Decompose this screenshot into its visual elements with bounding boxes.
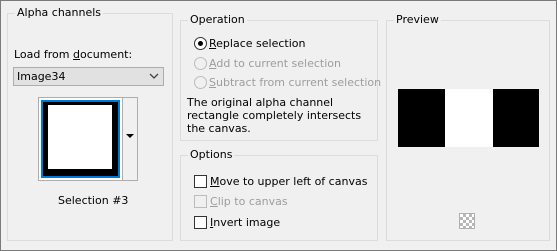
alpha-channels-title: Alpha channels — [15, 6, 104, 20]
channel-thumbnail-selected — [41, 100, 120, 178]
add-to-selection-label[interactable]: Add to current selection — [209, 57, 341, 70]
move-to-upper-left-label[interactable]: Move to upper left of canvas — [210, 175, 367, 188]
alpha-channel-dialog: Alpha channels Load from document: Image… — [0, 0, 557, 251]
subtract-mnemonic: S — [209, 76, 216, 89]
add-mnemonic: A — [209, 57, 217, 70]
invert-image-checkbox[interactable] — [194, 216, 207, 229]
replace-selection-radio[interactable] — [194, 37, 207, 50]
subtract-from-selection-label[interactable]: Subtract from current selection — [209, 76, 381, 89]
selection-name: Selection #3 — [58, 194, 129, 207]
move-mnemonic: M — [210, 175, 220, 188]
channel-dropdown-button[interactable] — [123, 97, 138, 181]
move-to-upper-left-checkbox[interactable] — [194, 175, 207, 188]
add-to-selection-radio[interactable] — [194, 57, 207, 70]
radio-selected-dot — [198, 41, 203, 46]
operation-title: Operation — [188, 13, 247, 27]
subtract-from-selection-radio[interactable] — [194, 76, 207, 89]
channel-thumbnail-image — [48, 105, 112, 169]
transparency-toggle-icon[interactable] — [459, 213, 475, 229]
load-from-mnemonic: d — [72, 48, 80, 61]
chevron-down-icon — [149, 71, 159, 84]
clip-mnemonic: C — [210, 195, 218, 208]
preview-canvas — [398, 89, 539, 147]
invert-image-label[interactable]: Invert image — [210, 216, 280, 229]
preview-selection — [445, 89, 493, 147]
channel-thumbnail[interactable] — [38, 97, 123, 181]
clip-to-canvas-label[interactable]: Clip to canvas — [210, 195, 288, 208]
invert-mnemonic: I — [210, 216, 214, 229]
document-select-value: Image34 — [17, 70, 66, 83]
replace-mnemonic: R — [209, 37, 217, 50]
options-title: Options — [188, 148, 235, 162]
preview-title: Preview — [394, 13, 441, 27]
triangle-down-icon — [126, 134, 134, 138]
replace-selection-label[interactable]: Replace selection — [209, 37, 305, 50]
load-from-document-label: Load from document: — [14, 48, 133, 61]
operation-description: The original alpha channel rectangle com… — [187, 96, 362, 135]
document-select[interactable]: Image34 — [13, 67, 164, 86]
clip-to-canvas-checkbox[interactable] — [194, 195, 207, 208]
